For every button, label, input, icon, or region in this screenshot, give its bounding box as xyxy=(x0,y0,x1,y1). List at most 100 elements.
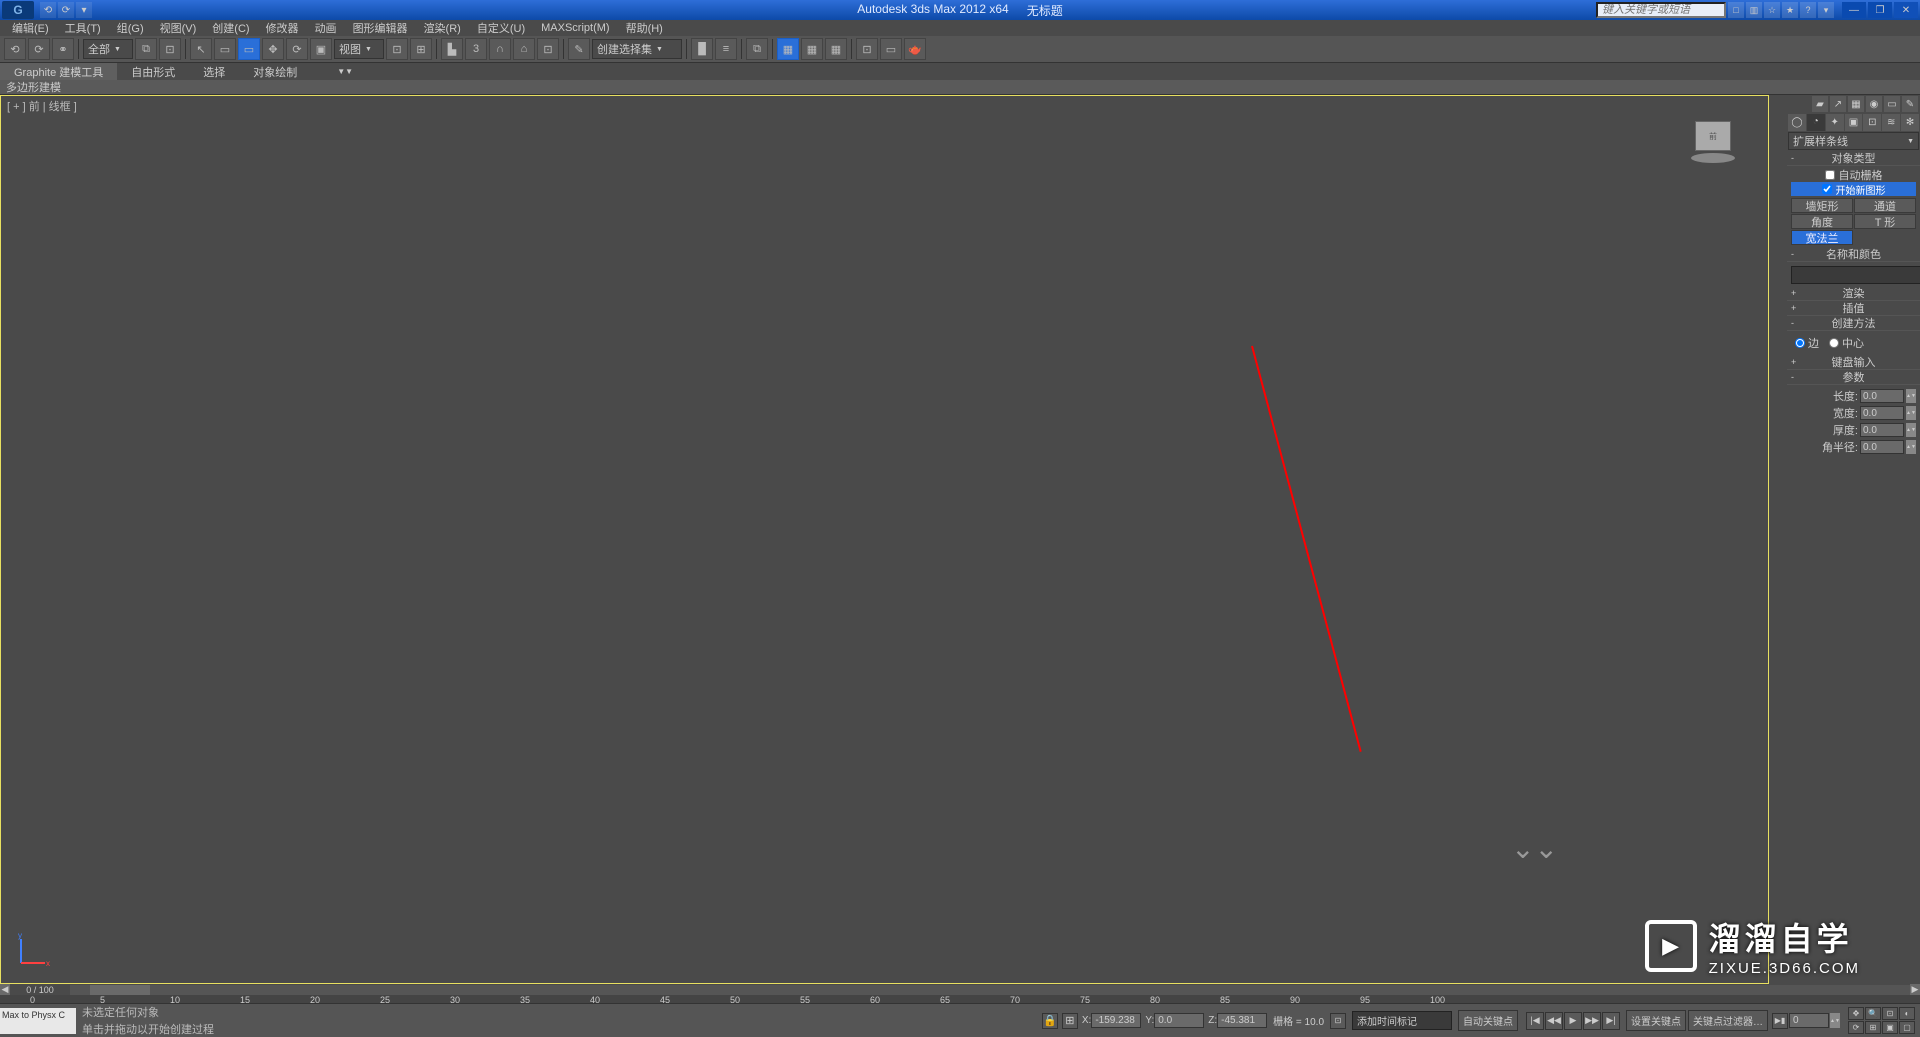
slider-thumb[interactable] xyxy=(90,985,150,995)
viewport-label[interactable]: [ + ] 前 | 线框 ] xyxy=(7,98,77,114)
ribbon-subpanel[interactable]: 多边形建模 xyxy=(0,80,1920,95)
tab-systems-icon[interactable]: ✻ xyxy=(1901,114,1919,131)
filter-icon[interactable]: ⧉ xyxy=(135,38,157,60)
play-icon[interactable]: ▶ xyxy=(1564,1012,1582,1030)
rollout-title-method[interactable]: -创建方法 xyxy=(1787,316,1920,331)
current-frame-input[interactable]: 0 xyxy=(1789,1013,1829,1028)
tab-geometry-icon[interactable]: ◯ xyxy=(1788,114,1806,131)
angle-snap-icon[interactable]: 3 xyxy=(465,38,487,60)
maximize-vp-icon[interactable]: ▣ xyxy=(1882,1021,1898,1034)
manip-icon[interactable]: ⊞ xyxy=(410,38,432,60)
param-thick-input[interactable]: 0.0 xyxy=(1860,423,1904,437)
edit-named-icon[interactable]: ✎ xyxy=(568,38,590,60)
prev-frame-icon[interactable]: ◀◀ xyxy=(1545,1012,1563,1030)
obj-btn-wideflange[interactable]: 宽法兰 xyxy=(1791,230,1853,245)
align-icon[interactable]: ≡ xyxy=(715,38,737,60)
close-button[interactable]: ✕ xyxy=(1894,2,1918,18)
goto-end-icon[interactable]: ▶| xyxy=(1602,1012,1620,1030)
param-radius-spinner[interactable]: ▲▼ xyxy=(1906,440,1916,454)
search-icon[interactable]: □ xyxy=(1728,2,1744,18)
ref-coord-dropdown[interactable]: 视图 xyxy=(334,39,384,59)
cp-icon-5[interactable]: ▭ xyxy=(1884,96,1900,112)
subscription-icon[interactable]: ☆ xyxy=(1764,2,1780,18)
coord-z-input[interactable]: -45.381 xyxy=(1217,1013,1267,1028)
scale-icon[interactable]: ▣ xyxy=(310,38,332,60)
layers-icon[interactable]: ⧉ xyxy=(746,38,768,60)
select-cursor-icon[interactable]: ↖ xyxy=(190,38,212,60)
add-time-tag[interactable]: 添加时间标记 xyxy=(1352,1011,1452,1030)
viewcube[interactable]: 前 xyxy=(1688,121,1738,171)
ribbon-tab-graphite[interactable]: Graphite 建模工具 xyxy=(0,63,117,80)
pan-icon[interactable]: ✥ xyxy=(1848,1007,1864,1020)
menu-maxscript[interactable]: MAXScript(M) xyxy=(533,22,617,34)
time-slider[interactable]: ◀ 0 / 100 ▶ xyxy=(0,984,1920,995)
cp-icon-4[interactable]: ◉ xyxy=(1866,96,1882,112)
zoom-extents-icon[interactable]: ⊞ xyxy=(1865,1021,1881,1034)
slider-track[interactable] xyxy=(70,985,1910,995)
menu-customize[interactable]: 自定义(U) xyxy=(469,20,533,36)
select-name-icon[interactable]: ▭ xyxy=(214,38,236,60)
menu-animation[interactable]: 动画 xyxy=(307,20,345,36)
param-radius-input[interactable]: 0.0 xyxy=(1860,440,1904,454)
orbit-icon[interactable]: ⟳ xyxy=(1848,1021,1864,1034)
time-config-icon[interactable]: ⊡ xyxy=(1330,1013,1346,1029)
ribbon-tab-selection[interactable]: 选择 xyxy=(189,63,239,80)
coord-y-input[interactable]: 0.0 xyxy=(1154,1013,1204,1028)
favorites-icon[interactable]: ★ xyxy=(1782,2,1798,18)
infocenter-icon[interactable]: ▥ xyxy=(1746,2,1762,18)
tab-shapes-icon[interactable]: ◔ xyxy=(1807,114,1825,131)
rollout-title-params[interactable]: -参数 xyxy=(1787,370,1920,385)
help-dropdown-icon[interactable]: ▾ xyxy=(1818,2,1834,18)
rollout-title-name[interactable]: -名称和颜色 xyxy=(1787,247,1920,262)
viewport[interactable]: [ + ] 前 | 线框 ] 前 yx ⌄⌄ xyxy=(0,95,1769,984)
percent-snap-icon[interactable]: ∩ xyxy=(489,38,511,60)
rollout-title-objtype[interactable]: -对象类型 xyxy=(1787,151,1920,166)
startnew-checkbox[interactable] xyxy=(1822,184,1832,194)
param-thick-spinner[interactable]: ▲▼ xyxy=(1906,423,1916,437)
snap-options-icon[interactable]: ⊡ xyxy=(537,38,559,60)
curve-editor-icon[interactable]: ▦ xyxy=(777,38,799,60)
rollout-title-keyin[interactable]: +键盘输入 xyxy=(1787,355,1920,370)
key-mode-icon[interactable]: ▶▮ xyxy=(1772,1013,1788,1029)
maxscript-listener[interactable]: Max to Physx C xyxy=(0,1008,76,1034)
obj-btn-wallrect[interactable]: 墙矩形 xyxy=(1791,198,1853,213)
time-ruler[interactable]: 0510152025303540455055606570758085909510… xyxy=(0,995,1920,1003)
abs-rel-icon[interactable]: ⊞ xyxy=(1062,1013,1078,1029)
param-width-input[interactable]: 0.0 xyxy=(1860,406,1904,420)
tab-helpers-icon[interactable]: ⊡ xyxy=(1863,114,1881,131)
qat-dropdown[interactable]: ▾ xyxy=(76,2,92,18)
obj-btn-angle[interactable]: 角度 xyxy=(1791,214,1853,229)
method-center-radio[interactable] xyxy=(1829,338,1839,348)
viewcube-disc[interactable] xyxy=(1691,153,1735,163)
ribbon-collapse-icon[interactable]: ▼▼ xyxy=(337,67,353,76)
pivot-icon[interactable]: ⊡ xyxy=(386,38,408,60)
crossing-icon[interactable]: ⊡ xyxy=(159,38,181,60)
frame-spinner[interactable]: ▲▼ xyxy=(1830,1013,1840,1028)
method-edge-radio[interactable] xyxy=(1795,338,1805,348)
cp-icon-3[interactable]: ▦ xyxy=(1848,96,1864,112)
slider-left-icon[interactable]: ◀ xyxy=(0,984,10,995)
minmax-toggle-icon[interactable]: ▢ xyxy=(1899,1021,1915,1034)
slider-right-icon[interactable]: ▶ xyxy=(1910,984,1920,995)
tab-spacewarps-icon[interactable]: ≋ xyxy=(1882,114,1900,131)
move-icon[interactable]: ✥ xyxy=(262,38,284,60)
undo-icon[interactable]: ⟲ xyxy=(4,38,26,60)
setkey-button[interactable]: 设置关键点 xyxy=(1626,1010,1686,1031)
cp-icon-2[interactable]: ↗ xyxy=(1830,96,1846,112)
cp-icon-1[interactable]: ▰ xyxy=(1812,96,1828,112)
param-length-input[interactable]: 0.0 xyxy=(1860,389,1904,403)
schematic-icon[interactable]: ▦ xyxy=(801,38,823,60)
lock-icon[interactable]: 🔒 xyxy=(1042,1013,1058,1029)
rollout-title-interp[interactable]: +插值 xyxy=(1787,301,1920,316)
viewport-scrollstrip[interactable] xyxy=(1769,95,1787,984)
menu-group[interactable]: 组(G) xyxy=(109,20,152,36)
menu-modifiers[interactable]: 修改器 xyxy=(258,20,307,36)
render-icon[interactable]: 🫖 xyxy=(904,38,926,60)
cp-icon-6[interactable]: ✎ xyxy=(1902,96,1918,112)
selection-set-dropdown[interactable]: 全部 xyxy=(83,39,133,59)
link-icon[interactable]: ⚭ xyxy=(52,38,74,60)
qat-redo[interactable]: ⟳ xyxy=(58,2,74,18)
tab-cameras-icon[interactable]: ▣ xyxy=(1845,114,1863,131)
help-icon[interactable]: ? xyxy=(1800,2,1816,18)
select-region-icon[interactable]: ▭ xyxy=(238,38,260,60)
